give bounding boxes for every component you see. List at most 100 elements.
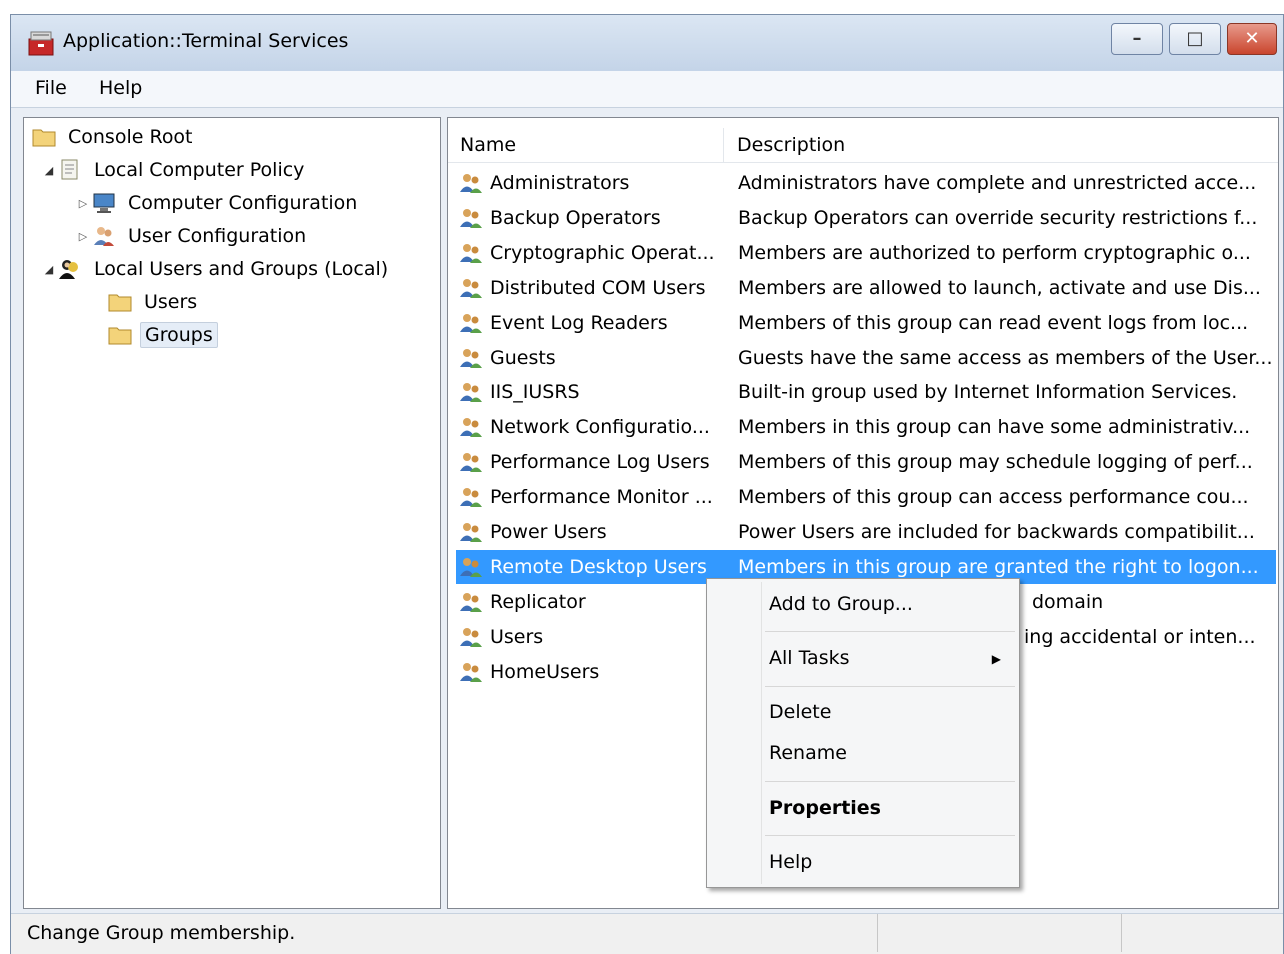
group-icon [460, 383, 482, 403]
group-icon [460, 592, 482, 612]
menu-help[interactable]: Help [93, 75, 148, 101]
tree-item-console-root[interactable]: Console Root [32, 122, 197, 152]
row-description: Members are authorized to perform crypto… [738, 241, 1251, 264]
table-row[interactable]: Event Log Readers Members of this group c… [456, 306, 1276, 340]
app-window: Application::Terminal Services – □ ✕ Fil… [10, 14, 1284, 954]
status-divider [1121, 914, 1122, 952]
close-icon: ✕ [1244, 28, 1260, 49]
group-icon [460, 523, 482, 542]
menu-separator [765, 631, 1015, 632]
row-name: Replicator [490, 590, 586, 613]
row-name: Users [490, 625, 544, 648]
tree-item-user-configuration[interactable]: ▷ User Configuration [74, 221, 310, 251]
users-groups-icon [59, 260, 78, 279]
row-description: ing accidental or inten... [1024, 625, 1256, 648]
tree-item-users[interactable]: Users [108, 287, 201, 317]
column-header-name[interactable]: Name [448, 128, 724, 162]
row-name: Network Configuratio... [490, 416, 710, 439]
status-divider [877, 914, 878, 952]
row-description: Members of this group can access perform… [738, 486, 1249, 509]
collapse-arrow-icon[interactable]: ◢ [40, 164, 58, 177]
menu-item-add-to-group[interactable]: Add to Group... [769, 593, 913, 615]
row-description: Administrators have complete and unrestr… [738, 172, 1257, 194]
row-name: Power Users [490, 521, 607, 543]
row-description: Built-in group used by Internet Informat… [738, 381, 1238, 404]
table-row[interactable]: Network Configuratio... Members in this g… [456, 410, 1276, 444]
expand-arrow-icon[interactable]: ▷ [74, 197, 92, 210]
row-description: Members of this group may schedule loggi… [738, 451, 1253, 474]
column-header: Name Description [448, 128, 1278, 163]
menu-item-help[interactable]: Help [769, 851, 812, 873]
group-icon [460, 627, 482, 647]
minimize-icon: – [1132, 28, 1142, 49]
row-description: domain [1032, 590, 1104, 613]
menu-item-all-tasks[interactable]: All Tasks [769, 647, 1009, 669]
group-icon [460, 453, 482, 473]
table-row[interactable]: Performance Monitor ... Members of this g… [456, 480, 1276, 514]
menu-item-rename[interactable]: Rename [769, 742, 847, 764]
menu-separator [765, 835, 1015, 836]
menu-separator [765, 781, 1015, 782]
close-button[interactable]: ✕ [1227, 23, 1277, 55]
tree-item-local-users-groups[interactable]: ◢ Local Users and Groups (Local) [40, 254, 392, 284]
status-bar: Change Group membership. [11, 913, 1283, 954]
group-icon [460, 662, 482, 682]
folder-icon [32, 129, 56, 147]
menu-bar: File Help [11, 71, 1283, 108]
table-row[interactable]: Cryptographic Operat... Members are autho… [456, 236, 1276, 270]
computer-icon [93, 193, 115, 213]
group-icon [460, 418, 482, 438]
group-icon [460, 557, 482, 577]
row-description: Members in this group can have some admi… [738, 416, 1251, 439]
folder-icon [108, 327, 132, 345]
table-row[interactable]: Power Users Power Users are included for … [456, 515, 1276, 549]
column-header-description[interactable]: Description [725, 128, 1275, 162]
row-name: Event Log Readers [490, 311, 668, 334]
group-icon [460, 278, 482, 298]
table-row[interactable]: IIS_IUSRS Built-in group used by Internet… [456, 375, 1276, 409]
row-name: Administrators [490, 172, 630, 194]
row-name: Guests [490, 346, 556, 369]
maximize-button[interactable]: □ [1169, 23, 1221, 55]
row-name: Backup Operators [490, 206, 661, 229]
table-row[interactable]: Backup Operators Backup Operators can ove… [456, 201, 1276, 235]
menu-item-delete[interactable]: Delete [769, 701, 831, 723]
table-row[interactable]: Performance Log Users Members of this gro… [456, 445, 1276, 479]
group-icon [460, 488, 482, 508]
row-description: Members are allowed to launch, activate … [738, 276, 1261, 299]
table-row[interactable]: Administrators Administrators have comple… [456, 166, 1276, 200]
row-name: IIS_IUSRS [490, 381, 580, 404]
group-icon [460, 313, 482, 333]
policy-icon [61, 159, 78, 180]
row-description: Members of this group can read event log… [738, 311, 1249, 334]
window-title: Application::Terminal Services [63, 30, 349, 52]
row-description: Guests have the same access as members o… [738, 346, 1273, 369]
tree-item-computer-configuration[interactable]: ▷ Computer Configuration [74, 188, 361, 218]
collapse-arrow-icon[interactable]: ◢ [40, 263, 58, 276]
folder-icon [108, 294, 132, 312]
row-description: Power Users are included for backwards c… [738, 521, 1255, 543]
menu-separator [765, 686, 1015, 687]
table-row[interactable]: Distributed COM Users Members are allowed… [456, 271, 1276, 305]
minimize-button[interactable]: – [1111, 23, 1163, 55]
status-text: Change Group membership. [27, 922, 296, 944]
group-icon [460, 348, 482, 368]
menu-gutter [761, 582, 762, 884]
expand-arrow-icon[interactable]: ▷ [74, 230, 92, 243]
maximize-icon: □ [1186, 28, 1204, 49]
title-bar[interactable]: Application::Terminal Services – □ ✕ [11, 15, 1283, 71]
row-name: Performance Log Users [490, 451, 710, 474]
row-name: HomeUsers [490, 660, 600, 683]
console-tree: Console Root ◢ Local Computer Policy ▷ C… [23, 117, 441, 909]
toolbox-icon [28, 31, 54, 56]
row-name: Distributed COM Users [490, 276, 706, 299]
menu-file[interactable]: File [29, 75, 73, 101]
row-name: Performance Monitor ... [490, 486, 713, 509]
tree-item-groups[interactable]: Groups [108, 320, 218, 350]
row-name: Remote Desktop Users [490, 555, 707, 578]
group-icon [460, 174, 482, 193]
tree-item-local-computer-policy[interactable]: ◢ Local Computer Policy [40, 155, 308, 185]
context-menu: Add to Group... All Tasks ▶ Delete Renam… [706, 578, 1020, 888]
table-row[interactable]: Guests Guests have the same access as mem… [456, 341, 1276, 375]
menu-item-properties[interactable]: Properties [769, 797, 881, 819]
